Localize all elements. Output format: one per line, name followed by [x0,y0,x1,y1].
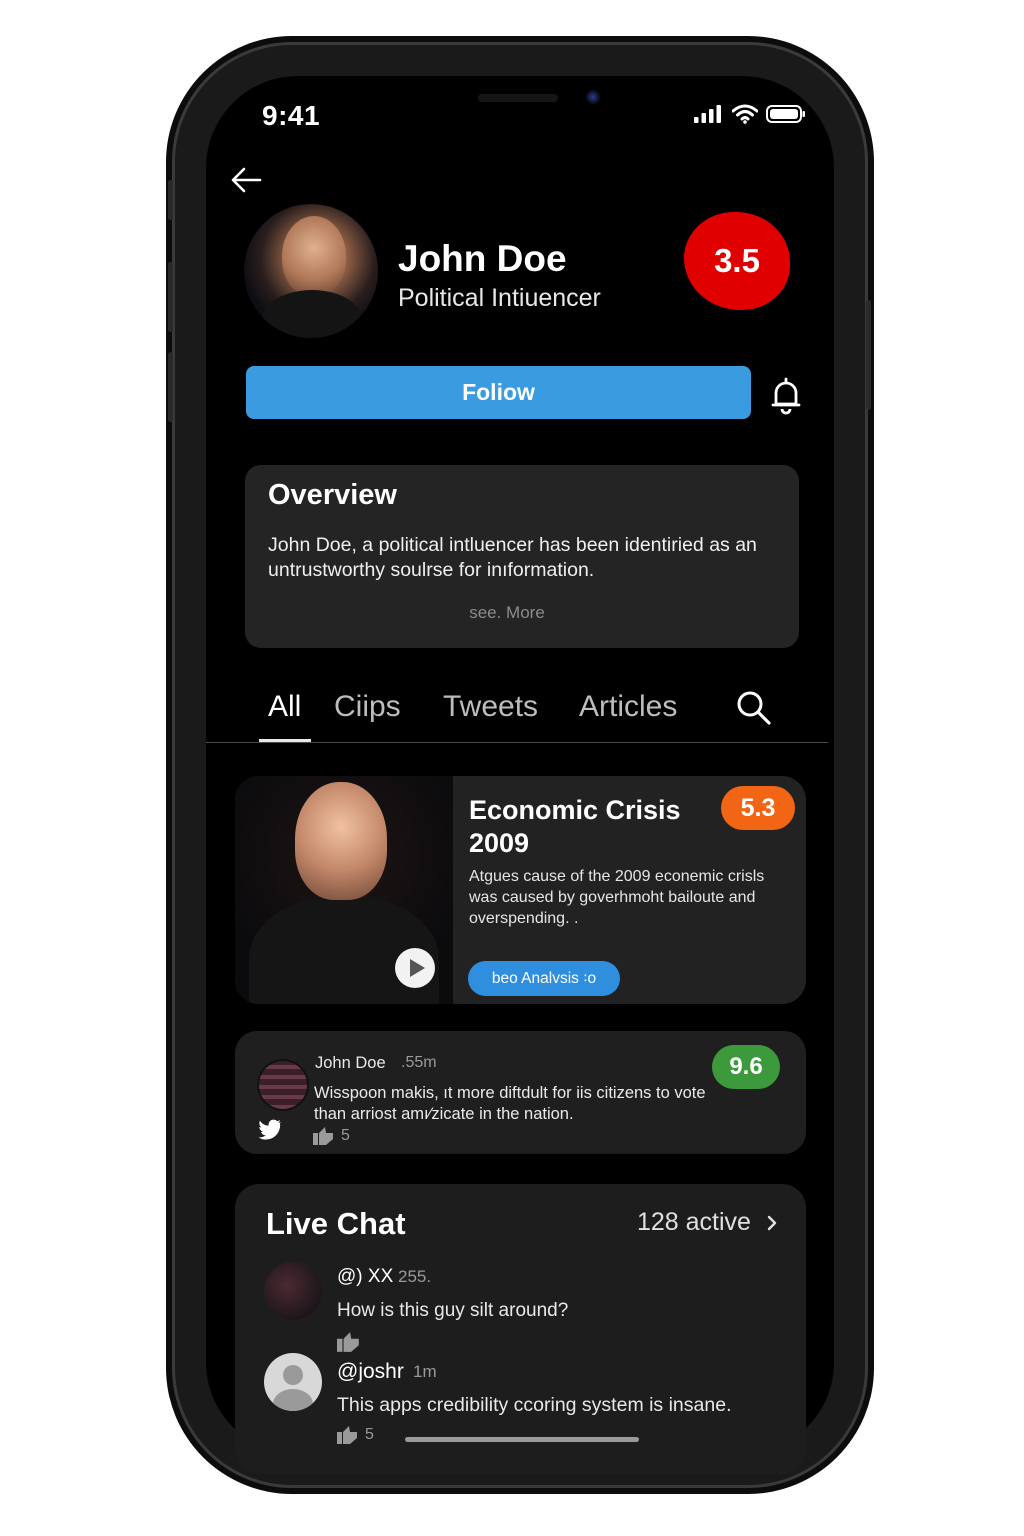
profile-avatar [244,204,378,338]
chat-avatar-placeholder [264,1353,322,1411]
clip-score-badge: 5.3 [721,786,795,830]
see-more-link[interactable]: see. More [245,603,769,623]
tweet-card[interactable]: John Doe .55m Wisspoon makis, ıt more di… [235,1031,806,1154]
tweet-author: John Doe [315,1054,386,1072]
front-camera [586,90,600,104]
clip-description: Atgues cause of the 2009 econemic crisls… [469,868,765,927]
chat-handle[interactable]: @joshr [337,1360,404,1384]
twitter-bird-icon[interactable] [259,1119,283,1141]
tab-all[interactable]: All [268,690,301,724]
play-icon[interactable] [395,948,435,988]
chat-handle[interactable]: @) XX [337,1266,393,1288]
overview-card: Overview John Doe, a political intluence… [245,465,799,648]
volume-down-button [168,352,173,422]
live-chat-card: Live Chat 128 active @) XX 255. How is t… [235,1184,806,1474]
overview-text: John Doe, a political intluencer has bee… [268,534,757,581]
chat-avatar [264,1262,322,1320]
chevron-right-icon[interactable] [765,1214,779,1232]
status-time: 9:41 [262,100,321,131]
signal-icon [694,105,721,123]
speaker [478,94,558,102]
overview-title: Overview [268,479,397,511]
tabs-divider [206,742,828,743]
follow-button[interactable]: Foliow [246,366,751,419]
profile-name: John Doe [398,238,567,279]
power-button [866,300,871,410]
volume-up-button [168,262,173,332]
tweet-text: Wisspoon makis, ıt more diftdult for iis… [314,1084,706,1123]
thumbs-up-icon [313,1127,333,1145]
thumbs-up-icon [337,1426,357,1444]
tweet-time: .55m [401,1054,437,1071]
back-arrow-icon[interactable] [230,166,264,194]
chat-time: 255. [398,1267,432,1286]
profile-role: Political Intiuencer [398,284,601,312]
tweet-likes[interactable]: 5 [313,1127,350,1145]
clip-title: Economic Crisis 2009 [469,795,681,858]
chat-likes-count: 5 [365,1426,374,1443]
wifi-icon [732,104,758,124]
live-chat-title: Live Chat [266,1206,406,1241]
tab-clips[interactable]: Ciips [334,690,401,724]
mute-switch [168,180,173,220]
tweet-score-badge: 9.6 [712,1045,780,1089]
clip-thumbnail [235,776,453,1004]
see-analysis-button[interactable]: beo Analvsis ꞉o [468,961,620,996]
live-chat-active-count[interactable]: 128 active [637,1208,751,1237]
tab-articles[interactable]: Articles [579,690,677,724]
thumbs-up-icon[interactable] [337,1332,361,1352]
clip-card[interactable]: Economic Crisis 2009 5.3 Atgues cause of… [235,776,806,1004]
tweet-avatar [257,1059,309,1111]
chat-time: 1m [413,1362,437,1381]
battery-icon [766,105,805,123]
home-indicator[interactable] [405,1437,639,1442]
chat-message-text: How is this guy silt around? [337,1300,569,1321]
notch [352,76,686,128]
chat-likes[interactable]: 5 [337,1426,374,1444]
search-icon[interactable] [734,688,774,728]
tab-tweets[interactable]: Tweets [443,690,538,724]
chat-message-text: This apps credibility ccoring system is … [337,1394,732,1416]
status-icons [694,104,806,124]
tweet-likes-count: 5 [341,1127,350,1144]
bell-icon[interactable] [768,376,804,416]
